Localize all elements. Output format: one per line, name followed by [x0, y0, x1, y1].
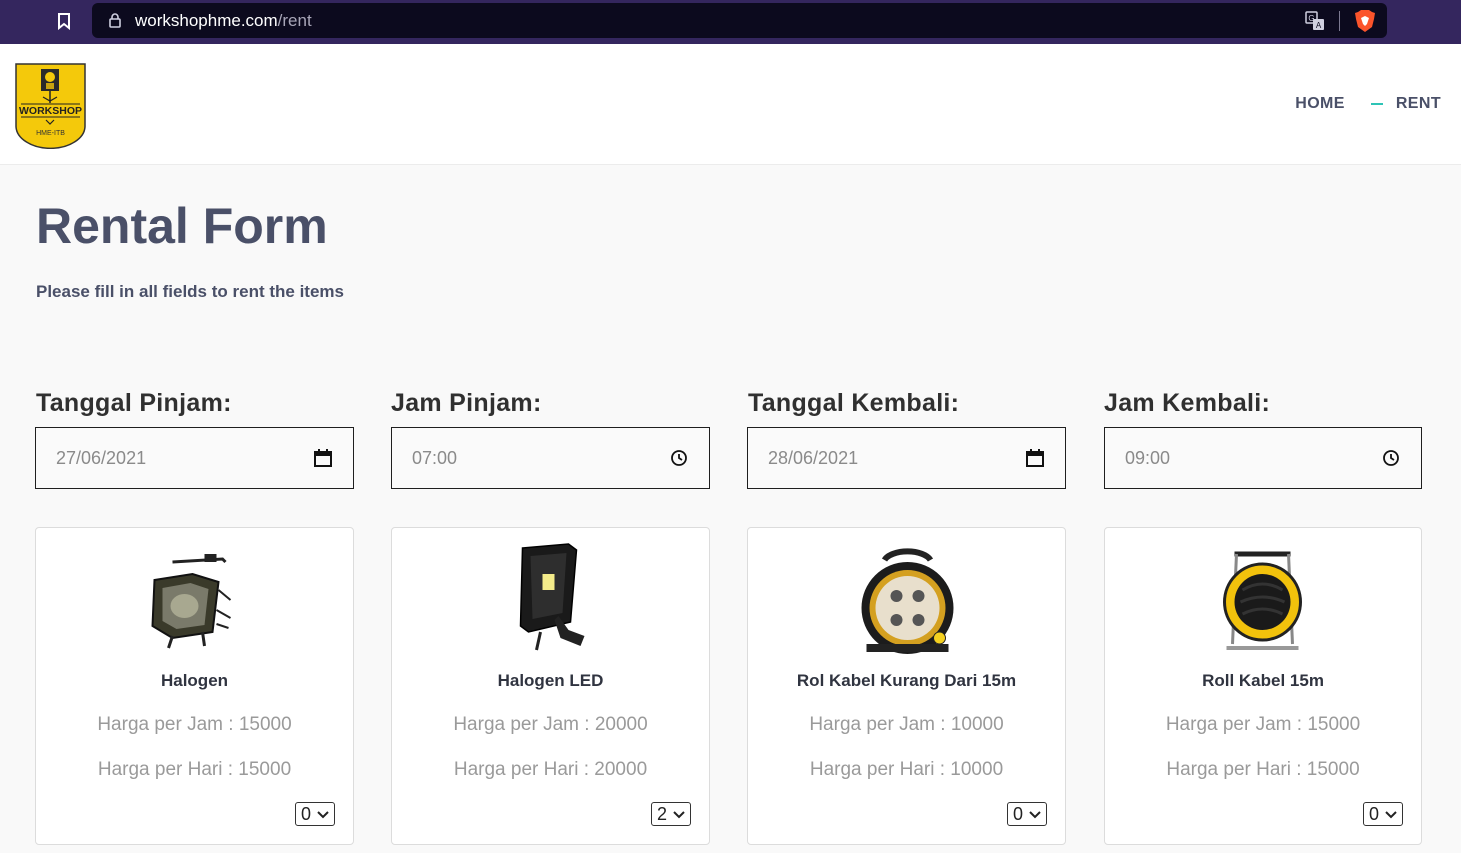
quantity-select[interactable]: 2	[651, 802, 691, 826]
item-price-hour: Harga per Jam : 15000	[1165, 714, 1361, 735]
page-subtitle: Please fill in all fields to rent the it…	[36, 282, 344, 301]
cable-reel-small-image	[844, 540, 969, 660]
quantity-select[interactable]: 0	[1363, 802, 1403, 826]
bookmark-icon[interactable]	[55, 10, 73, 32]
borrow-time-label: Jam Pinjam:	[391, 389, 542, 417]
url-path: /rent	[277, 11, 312, 30]
quantity-value: 2	[657, 804, 668, 824]
return-date-value: 28/06/2021	[768, 448, 859, 468]
item-price-day: Harga per Hari : 20000	[453, 759, 648, 780]
item-price-hour: Harga per Jam : 20000	[453, 714, 648, 735]
quantity-select[interactable]: 0	[295, 802, 335, 826]
return-time-input[interactable]: 09:00	[1104, 427, 1422, 489]
quantity-value: 0	[301, 804, 312, 824]
calendar-icon[interactable]	[1025, 448, 1045, 468]
borrow-date-label: Tanggal Pinjam:	[36, 389, 232, 417]
address-bar[interactable]: workshophme.com/rent AG	[92, 3, 1387, 38]
quantity-select[interactable]: 0	[1007, 802, 1047, 826]
chevron-down-icon	[1029, 811, 1041, 819]
clock-icon[interactable]	[1381, 448, 1401, 468]
return-date-input[interactable]: 28/06/2021	[747, 427, 1066, 489]
chevron-down-icon	[673, 811, 685, 819]
item-card-cable-reel-small: Rol Kabel Kurang Dari 15m Harga per Jam …	[747, 527, 1066, 845]
halogen-lamp-image	[132, 540, 257, 660]
nav-active-indicator	[1370, 103, 1383, 105]
calendar-icon[interactable]	[313, 448, 333, 468]
item-card-cable-reel-large: Roll Kabel 15m Harga per Jam : 15000 Har…	[1104, 527, 1422, 845]
logo-text-bottom: HME-ITB	[36, 130, 65, 137]
logo-text-top: WORKSHOP	[19, 105, 82, 117]
item-card-halogen-led: Halogen LED Harga per Jam : 20000 Harga …	[391, 527, 710, 845]
item-price-day: Harga per Hari : 15000	[1166, 759, 1360, 780]
item-name: Halogen	[160, 671, 229, 690]
item-price-hour: Harga per Jam : 15000	[97, 714, 292, 735]
workshop-logo[interactable]: WORKSHOP HME-ITB	[15, 63, 86, 150]
lock-icon	[108, 12, 122, 28]
url-text: workshophme.com/rent	[135, 11, 312, 31]
borrow-date-input[interactable]: 27/06/2021	[35, 427, 354, 489]
browser-toolbar: workshophme.com/rent AG	[0, 0, 1461, 44]
clock-icon[interactable]	[669, 448, 689, 468]
return-date-label: Tanggal Kembali:	[748, 389, 960, 417]
item-name: Halogen LED	[497, 671, 604, 690]
chevron-down-icon	[1385, 811, 1397, 819]
quantity-value: 0	[1369, 804, 1380, 824]
url-domain: workshophme.com	[135, 11, 278, 30]
item-price-hour: Harga per Jam : 10000	[809, 714, 1004, 735]
nav-rent-link[interactable]: RENT	[1396, 95, 1441, 113]
svg-text:A: A	[1316, 21, 1322, 30]
main-nav: HOME RENT	[1295, 95, 1441, 113]
cable-reel-large-image	[1201, 540, 1326, 660]
item-name: Roll Kabel 15m	[1202, 671, 1324, 690]
return-time-value: 09:00	[1125, 448, 1171, 468]
item-price-day: Harga per Hari : 10000	[809, 759, 1004, 780]
led-floodlight-image	[488, 540, 613, 660]
toolbar-separator	[1339, 11, 1340, 31]
page-title: Rental Form	[36, 198, 328, 254]
translate-icon[interactable]: AG	[1305, 11, 1325, 31]
svg-text:G: G	[1308, 14, 1314, 23]
borrow-date-value: 27/06/2021	[56, 448, 147, 468]
quantity-value: 0	[1013, 804, 1024, 824]
item-price-day: Harga per Hari : 15000	[97, 759, 292, 780]
item-card-halogen: Halogen Harga per Jam : 15000 Harga per …	[35, 527, 354, 845]
site-header: WORKSHOP HME-ITB HOME RENT	[0, 44, 1461, 165]
nav-home-link[interactable]: HOME	[1295, 95, 1345, 113]
item-name: Rol Kabel Kurang Dari 15m	[796, 671, 1017, 690]
return-time-label: Jam Kembali:	[1104, 389, 1271, 417]
borrow-time-value: 07:00	[412, 448, 458, 468]
brave-shield-icon[interactable]	[1354, 9, 1376, 33]
borrow-time-input[interactable]: 07:00	[391, 427, 710, 489]
chevron-down-icon	[317, 811, 329, 819]
